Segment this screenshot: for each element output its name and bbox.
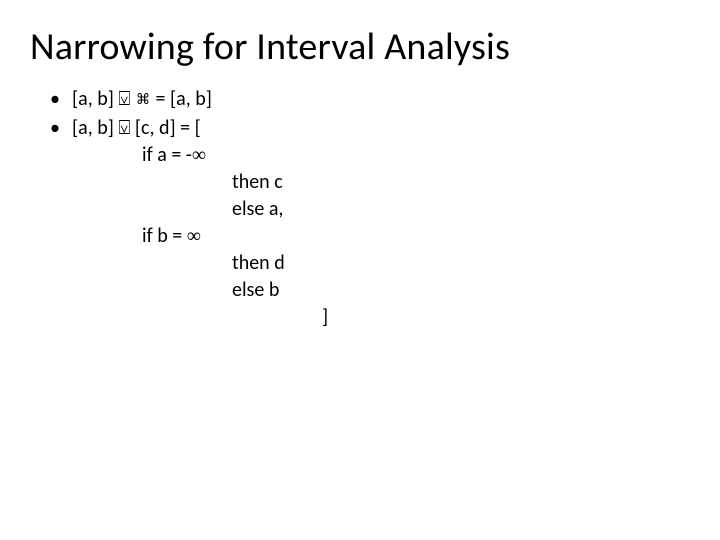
slide: Narrowing for Interval Analysis [a, b] ⍌… (0, 0, 720, 540)
b1-lhs: [a, b] (72, 87, 118, 111)
line-close-bracket: ] (322, 304, 692, 331)
bullet-1: [a, b] ⍌ ⌘ = [a, b] (50, 86, 692, 113)
line-then-d: then d (232, 250, 692, 277)
body-list: [a, b] ⍌ ⌘ = [a, b] [a, b] ⍌ [c, d] = [ … (50, 86, 692, 331)
line-else-b: else b (232, 277, 692, 304)
line-then-c: then c (232, 169, 692, 196)
slide-title: Narrowing for Interval Analysis (30, 24, 692, 70)
b2-lhs: [a, b] (72, 116, 118, 140)
if-b-text: if b = (142, 224, 187, 248)
bullet-2: [a, b] ⍌ [c, d] = [ if a = -∞ then c els… (50, 115, 692, 331)
line-else-a: else a, (232, 196, 692, 223)
line-if-b: if b = ∞ (142, 223, 692, 250)
if-a-text: if a = - (142, 143, 192, 167)
narrow-op-icon: ⍌ (118, 88, 130, 110)
narrow-op-icon: ⍌ (118, 117, 130, 139)
infinity-icon: ∞ (187, 225, 201, 247)
line-if-a: if a = -∞ (142, 142, 692, 169)
top-icon: ⌘ (130, 88, 155, 110)
infinity-icon: ∞ (192, 144, 206, 166)
b2-rhs: [c, d] = [ (130, 116, 200, 140)
b1-eq: = [a, b] (156, 87, 212, 111)
